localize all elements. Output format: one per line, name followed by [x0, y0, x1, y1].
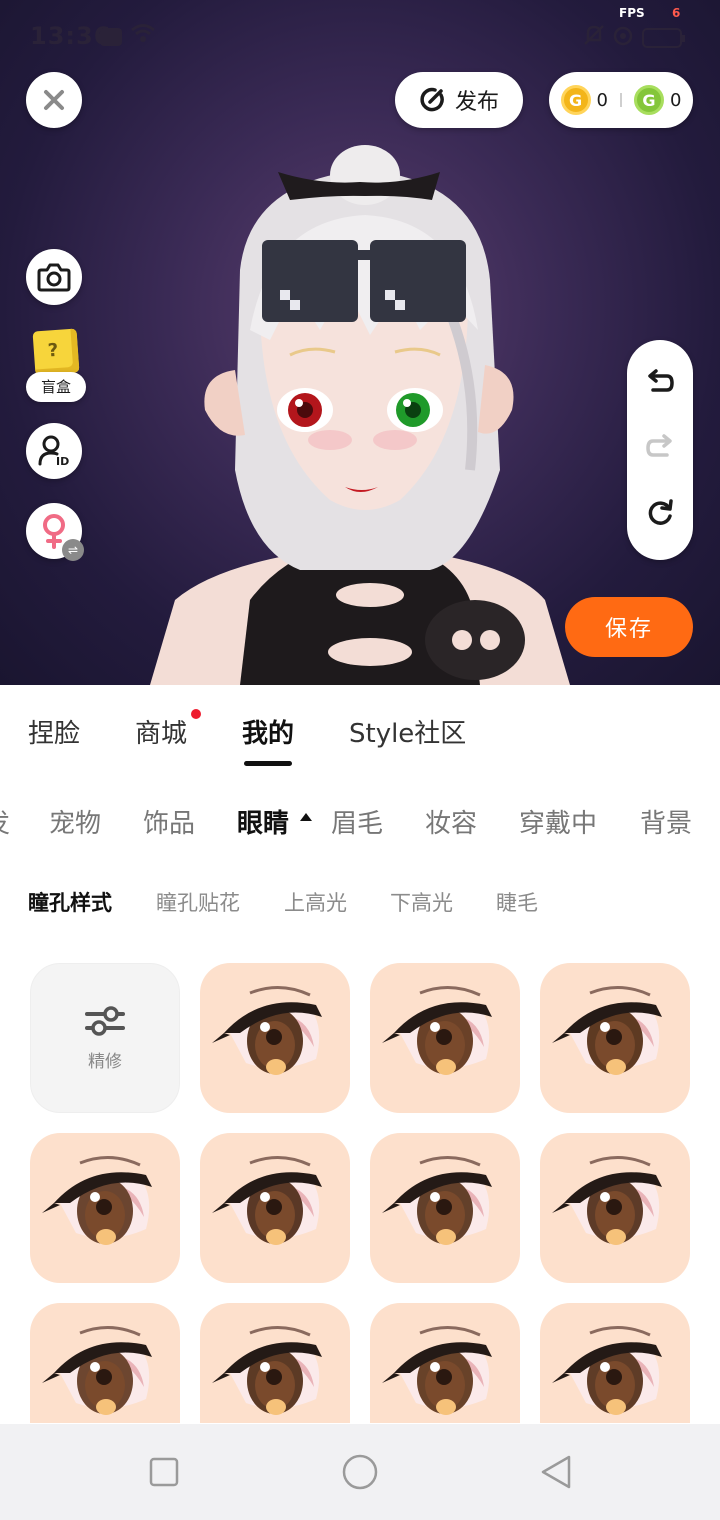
sliders-icon [85, 1005, 125, 1036]
publish-label: 发布 [454, 90, 499, 115]
wifi-icon [130, 22, 156, 50]
subtab-eyelash[interactable]: 睫毛 [496, 887, 538, 917]
category-eyebrows[interactable]: 眉毛 [331, 803, 383, 840]
eye-thumbnail-icon [552, 986, 662, 1075]
status-bar: 13:36 FPS 6 [0, 0, 720, 70]
category-background[interactable]: 背景 [640, 803, 692, 840]
history-panel [627, 340, 693, 560]
category-wearing[interactable]: 穿戴中 [519, 803, 597, 840]
gold-coin-value: 0 [596, 89, 608, 111]
battery-icon [642, 27, 685, 48]
pupil-style-option[interactable] [540, 1303, 690, 1423]
redo-button[interactable] [645, 433, 675, 467]
close-button[interactable] [26, 72, 82, 128]
publish-icon [420, 87, 444, 112]
save-button[interactable]: 保存 [565, 597, 693, 657]
close-icon [44, 90, 64, 110]
eye-thumbnail-icon [42, 1156, 152, 1245]
mute-icon [584, 24, 604, 51]
back-button[interactable] [536, 1452, 576, 1492]
publish-button[interactable]: 发布 [395, 72, 523, 128]
refine-button[interactable]: 精修 [30, 963, 180, 1113]
blind-box-button[interactable]: ? 盲盒 [26, 328, 86, 402]
reset-icon [648, 499, 673, 526]
undo-button[interactable] [645, 368, 675, 402]
tab-mine[interactable]: 我的 [242, 713, 294, 750]
refine-label: 精修 [88, 1051, 122, 1072]
gold-coin-icon: G [560, 85, 591, 115]
eye-thumbnail-icon [42, 1326, 152, 1415]
subtab-pupil-decal[interactable]: 瞳孔贴花 [156, 887, 240, 917]
tab-face[interactable]: 捏脸 [28, 713, 80, 750]
pupil-style-option[interactable] [370, 1133, 520, 1283]
tab-shop[interactable]: 商城 [135, 713, 187, 750]
alarm-icon [612, 24, 634, 51]
currency-balance[interactable]: G 0 G 0 [549, 72, 693, 128]
redo-icon [646, 434, 672, 457]
gender-switch-button[interactable]: ⇌ [26, 503, 84, 561]
notification-icon [100, 28, 122, 46]
fps-value: 6 [672, 6, 681, 20]
home-button[interactable] [340, 1452, 380, 1492]
category-tabs[interactable]: 发 宠物 饰品 眼睛 眉毛 妆容 穿戴中 背景 [0, 775, 720, 865]
eye-thumbnail-icon [552, 1326, 662, 1415]
eye-thumbnail-icon [212, 1326, 322, 1415]
pupil-style-option[interactable] [200, 1133, 350, 1283]
main-tabs: 捏脸 商城 我的 Style社区 [0, 685, 720, 775]
eye-thumbnail-icon [382, 986, 492, 1075]
category-hair[interactable]: 发 [0, 803, 10, 840]
tab-indicator [244, 761, 292, 766]
green-coin-value: 0 [670, 89, 682, 111]
caret-up-icon [300, 813, 312, 821]
pupil-style-option[interactable] [30, 1133, 180, 1283]
avatar-preview[interactable]: 13:36 FPS 6 发布 G 0 G 0 ? 盲盒 ID ⇌ 保存 [0, 0, 720, 685]
camera-button[interactable] [26, 249, 82, 305]
pupil-style-option[interactable] [200, 963, 350, 1113]
status-icons [584, 24, 685, 51]
item-grid: 精修 [30, 963, 692, 1423]
shop-badge [191, 709, 201, 719]
pupil-style-option[interactable] [200, 1303, 350, 1423]
subtab-pupil-style[interactable]: 瞳孔样式 [28, 887, 112, 917]
eye-thumbnail-icon [212, 986, 322, 1075]
user-id-icon: ID [38, 435, 69, 468]
pupil-style-option[interactable] [540, 1133, 690, 1283]
triangle-back-icon [541, 1455, 571, 1489]
svg-text:ID: ID [56, 455, 69, 468]
category-accessory[interactable]: 饰品 [143, 803, 195, 840]
undo-icon [648, 368, 674, 392]
profile-id-button[interactable]: ID [26, 423, 82, 479]
eye-thumbnail-icon [212, 1156, 322, 1245]
circle-icon [342, 1454, 378, 1490]
pupil-style-option[interactable] [540, 963, 690, 1113]
pupil-style-option[interactable] [370, 963, 520, 1113]
pupil-style-option[interactable] [30, 1303, 180, 1423]
subtab-upper-highlight[interactable]: 上高光 [284, 887, 347, 917]
pupil-style-option[interactable] [370, 1303, 520, 1423]
eye-thumbnail-icon [382, 1326, 492, 1415]
eye-thumbnail-icon [552, 1156, 662, 1245]
tab-style-community[interactable]: Style社区 [349, 713, 466, 750]
system-nav-bar [0, 1424, 720, 1520]
recents-button[interactable] [144, 1452, 184, 1492]
blind-box-label: 盲盒 [26, 372, 86, 402]
divider [620, 93, 622, 107]
blind-box-icon: ? [32, 328, 80, 376]
eye-thumbnail-icon [382, 1156, 492, 1245]
swap-icon: ⇌ [62, 539, 84, 561]
category-pet[interactable]: 宠物 [49, 803, 101, 840]
camera-icon [37, 263, 71, 292]
square-icon [149, 1457, 179, 1487]
reset-button[interactable] [645, 498, 675, 532]
sub-tabs: 瞳孔样式 瞳孔贴花 上高光 下高光 睫毛 [0, 865, 720, 935]
category-eyes[interactable]: 眼睛 [237, 803, 289, 840]
green-coin-icon: G [634, 85, 664, 115]
fps-label: FPS [619, 6, 645, 20]
category-makeup[interactable]: 妆容 [425, 803, 477, 840]
subtab-lower-highlight[interactable]: 下高光 [390, 887, 453, 917]
